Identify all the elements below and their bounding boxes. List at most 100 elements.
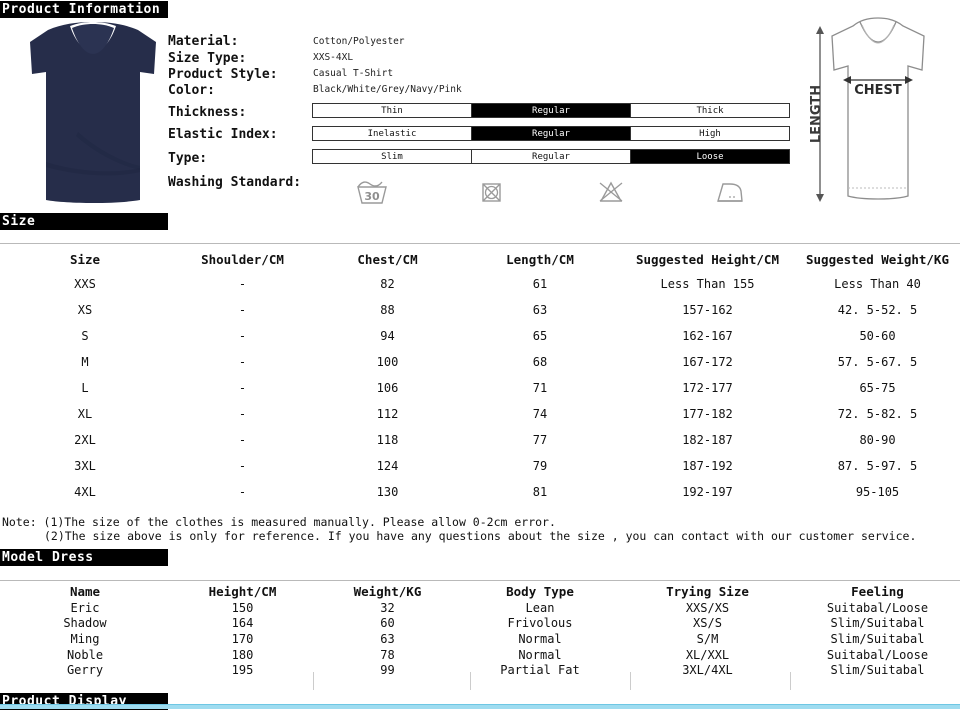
cell-size: XL (77, 407, 93, 421)
size-table: Size Shoulder/CM Chest/CM Length/CM Sugg… (0, 247, 960, 505)
option-elastic-high[interactable]: High (631, 127, 789, 140)
cell-size: 2XL (74, 433, 96, 447)
cell-length: 77 (532, 433, 548, 447)
product-photo (18, 22, 168, 207)
model-table-header-height: Height/CM (208, 584, 277, 599)
cell-height: 167-172 (682, 355, 733, 369)
model-table-header-row: Name Height/CM Weight/KG Body Type Tryin… (0, 583, 960, 600)
cell-chest: 112 (376, 407, 399, 421)
cell-body-type: Normal (518, 631, 562, 646)
cell-height: 180 (231, 647, 254, 662)
cell-name: Noble (66, 647, 104, 662)
option-thickness-thin[interactable]: Thin (313, 104, 472, 117)
cell-length: 74 (532, 407, 548, 421)
cell-height: 182-187 (682, 433, 733, 447)
washing-symbols-row: 30 (312, 172, 790, 212)
attribute-label-thickness: Thickness: (168, 105, 247, 120)
option-thickness-regular[interactable]: Regular (472, 104, 631, 117)
cell-height: 187-192 (682, 459, 733, 473)
cell-weight: 87. 5-97. 5 (837, 459, 918, 473)
model-table-top-rule (0, 580, 960, 581)
no-tumble-dry-icon (482, 183, 501, 202)
table-row: M - 100 68 167-172 57. 5-67. 5 (0, 349, 960, 375)
model-table-header-weight: Weight/KG (353, 584, 422, 599)
cell-length: 79 (532, 459, 548, 473)
model-table-header-body-type: Body Type (506, 584, 574, 599)
cell-size: L (81, 381, 89, 395)
cell-shoulder: - (238, 407, 247, 421)
option-type-slim[interactable]: Slim (313, 150, 472, 163)
table-row: XXS - 82 61 Less Than 155 Less Than 40 (0, 271, 960, 297)
cell-height: 170 (231, 631, 254, 646)
cell-size: 3XL (74, 459, 96, 473)
option-elastic-inelastic[interactable]: Inelastic (313, 127, 472, 140)
cell-length: 61 (532, 277, 548, 291)
option-bar-elastic-index[interactable]: Inelastic Regular High (312, 126, 790, 141)
cell-name: Eric (70, 600, 100, 615)
cell-length: 71 (532, 381, 548, 395)
model-table-header-name: Name (69, 584, 101, 599)
cell-length: 81 (532, 485, 548, 499)
washing-symbol-iron (671, 172, 791, 212)
attribute-label-washing-standard: Washing Standard: (168, 175, 302, 190)
cell-length: 65 (532, 329, 548, 343)
option-bar-thickness[interactable]: Thin Regular Thick (312, 103, 790, 118)
table-row: 4XL - 130 81 192-197 95-105 (0, 479, 960, 505)
model-table-gridline (313, 672, 314, 690)
size-table-header-suggested-height: Suggested Height/CM (636, 251, 779, 267)
attribute-value-color: Black/White/Grey/Navy/Pink (313, 84, 462, 95)
attribute-label-elastic-index: Elastic Index: (168, 127, 278, 142)
cell-height: 195 (231, 663, 254, 678)
cell-chest: 94 (380, 329, 395, 343)
table-row: Shadow 164 60 Frivolous XS/S Slim/Suitab… (0, 616, 960, 632)
size-table-header-size: Size (69, 251, 101, 267)
cell-trying-size: 3XL/4XL (682, 663, 733, 678)
cell-size: XXS (74, 277, 96, 291)
cell-shoulder: - (238, 277, 247, 291)
cell-name: Shadow (63, 616, 107, 631)
cell-feeling: Slim/Suitabal (830, 616, 925, 631)
chest-label: CHEST (854, 83, 902, 98)
cell-weight: 78 (380, 647, 395, 662)
cell-name: Ming (70, 631, 100, 646)
cell-weight: 95-105 (855, 485, 900, 499)
cell-height: 192-197 (682, 485, 733, 499)
cell-weight: 72. 5-82. 5 (837, 407, 918, 421)
cell-shoulder: - (238, 303, 247, 317)
section-header-model-dress: Model Dress (0, 549, 168, 566)
table-row: 3XL - 124 79 187-192 87. 5-97. 5 (0, 453, 960, 479)
cell-length: 63 (532, 303, 548, 317)
no-bleach-icon (599, 181, 623, 202)
table-row: L - 106 71 172-177 65-75 (0, 375, 960, 401)
option-thickness-thick[interactable]: Thick (631, 104, 789, 117)
svg-text:30: 30 (364, 190, 380, 203)
cell-height: 177-182 (682, 407, 733, 421)
cell-shoulder: - (238, 329, 247, 343)
model-table-gridline (470, 672, 471, 690)
washing-symbol-no-bleach (551, 172, 671, 212)
section-header-product-information: Product Information (0, 1, 168, 18)
cell-trying-size: XXS/XS (685, 600, 730, 615)
cell-length: 68 (532, 355, 548, 369)
attribute-value-material: Cotton/Polyester (313, 36, 405, 47)
cell-name: Gerry (66, 663, 104, 678)
option-bar-type[interactable]: Slim Regular Loose (312, 149, 790, 164)
attribute-label-product-style: Product Style: (168, 67, 278, 82)
table-row: Eric 150 32 Lean XXS/XS Suitabal/Loose (0, 600, 960, 616)
length-label: LENGTH (809, 85, 824, 143)
option-elastic-regular[interactable]: Regular (472, 127, 631, 140)
cell-height: 157-162 (682, 303, 733, 317)
cell-body-type: Partial Fat (500, 663, 580, 678)
cell-weight: 63 (380, 631, 395, 646)
cell-chest: 82 (380, 277, 395, 291)
table-row: 2XL - 118 77 182-187 80-90 (0, 427, 960, 453)
cell-height: 150 (231, 600, 254, 615)
cell-weight: 50-60 (859, 329, 896, 343)
size-table-header-shoulder: Shoulder/CM (201, 251, 284, 267)
option-type-loose[interactable]: Loose (631, 150, 789, 163)
attribute-label-material: Material: (168, 34, 239, 49)
cell-chest: 88 (380, 303, 395, 317)
bottom-accent-band (0, 705, 960, 709)
cell-weight: 60 (380, 616, 395, 631)
option-type-regular[interactable]: Regular (472, 150, 631, 163)
